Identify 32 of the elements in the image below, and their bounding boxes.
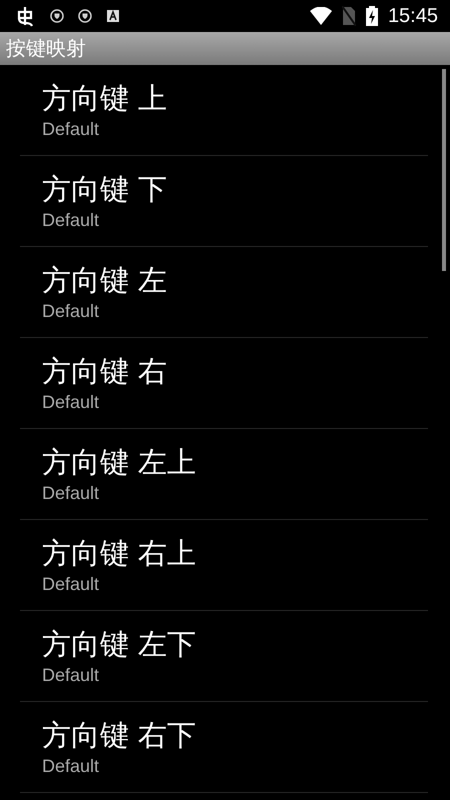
item-title: 方向键 下 bbox=[42, 171, 168, 208]
no-sim-icon bbox=[342, 6, 356, 26]
item-title: 方向键 左 bbox=[42, 262, 168, 299]
list-item[interactable]: 方向键 左上 Default bbox=[20, 429, 428, 520]
item-title: 方向键 左下 bbox=[42, 626, 198, 663]
list-item[interactable]: 方向键 右下 Default bbox=[20, 702, 428, 793]
clock-time: 15:45 bbox=[388, 4, 438, 28]
list-item[interactable]: 方向键 右上 Default bbox=[20, 520, 428, 611]
item-summary: Default bbox=[42, 755, 100, 778]
list-item[interactable]: 方向键 下 Default bbox=[20, 156, 428, 247]
item-summary: Default bbox=[42, 118, 100, 141]
item-summary: Default bbox=[42, 573, 100, 596]
list-item[interactable]: 方向键 左下 Default bbox=[20, 611, 428, 702]
item-summary: Default bbox=[42, 482, 100, 505]
item-title: 方向键 上 bbox=[42, 80, 168, 117]
list-item[interactable]: 方向键 左 Default bbox=[20, 247, 428, 338]
wifi-icon bbox=[310, 7, 332, 25]
keyboard-icon bbox=[106, 9, 120, 23]
list-item[interactable]: 方向键 右 Default bbox=[20, 338, 428, 429]
screen-title: 按键映射 bbox=[6, 35, 86, 62]
item-summary: Default bbox=[42, 300, 100, 323]
item-title: 方向键 右上 bbox=[42, 535, 198, 572]
item-title: 方向键 左上 bbox=[42, 444, 198, 481]
battery-charging-icon bbox=[366, 6, 378, 26]
shield-icon bbox=[78, 9, 92, 23]
list-item[interactable]: 方向键 上 Default bbox=[20, 65, 428, 156]
item-summary: Default bbox=[42, 664, 100, 687]
item-title: 方向键 右下 bbox=[42, 717, 198, 754]
item-summary: Default bbox=[42, 209, 100, 232]
shield-icon bbox=[50, 9, 64, 23]
item-title: 方向键 右 bbox=[42, 353, 168, 390]
item-summary: Default bbox=[42, 391, 100, 414]
